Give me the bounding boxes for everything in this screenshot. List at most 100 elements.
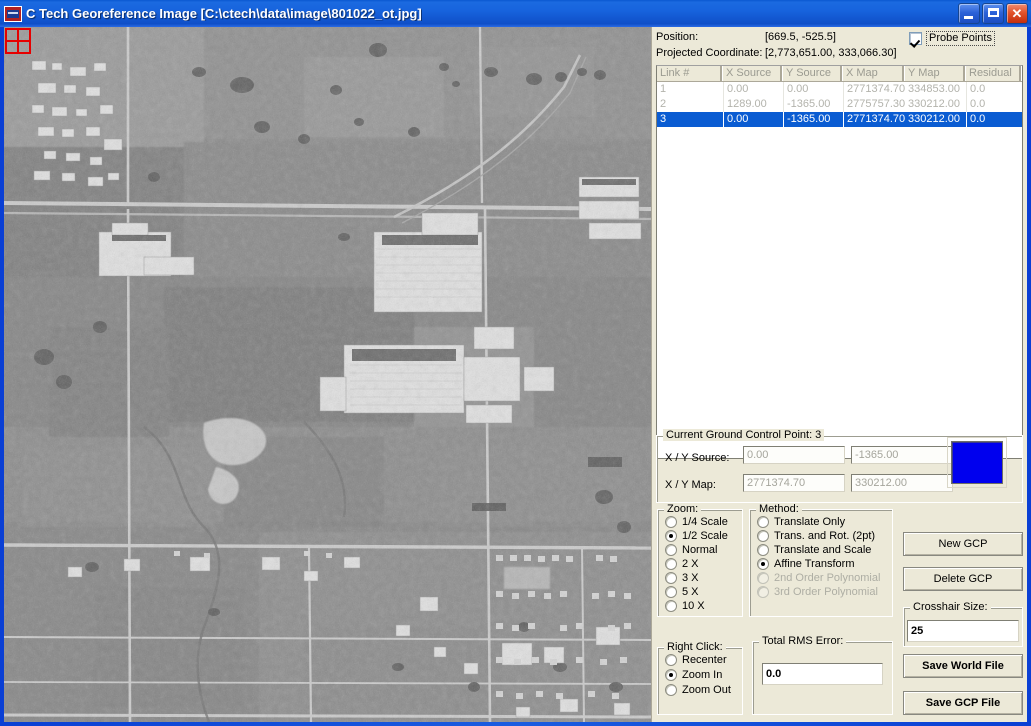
radio-rightclick-zoom-out[interactable]: Zoom Out — [665, 684, 731, 696]
table-row[interactable]: 2 1289.00 -1365.00 2775757.30 330212.00 … — [657, 97, 1022, 112]
new-gcp-button[interactable]: New GCP — [903, 532, 1023, 556]
radio-method-translate-and-scale[interactable]: Translate and Scale — [757, 544, 871, 556]
radio-dot-icon — [665, 586, 677, 598]
radio-label: Affine Transform — [774, 558, 855, 570]
aerial-photo[interactable] — [4, 27, 652, 722]
cell-residual: 0.0 — [966, 82, 1022, 97]
radio-method-3rd-order-polynomial: 3rd Order Polynomial — [757, 586, 878, 598]
radio-method-trans-and-rot[interactable]: Trans. and Rot. (2pt) — [757, 530, 875, 542]
column-header-x-map[interactable]: X Map — [843, 66, 905, 81]
minimize-button[interactable] — [958, 3, 980, 24]
title-bar[interactable]: C Tech Georeference Image [C:\ctech\data… — [0, 0, 1031, 27]
radio-method-translate-only[interactable]: Translate Only — [757, 516, 845, 528]
radio-dot-icon — [665, 654, 677, 666]
radio-dot-icon — [665, 516, 677, 528]
radio-zoom-3x[interactable]: 3 X — [665, 572, 699, 584]
cell-y-source: -1365.00 — [783, 112, 843, 127]
radio-dot-icon — [665, 669, 677, 681]
probe-points-label: Probe Points — [926, 31, 995, 46]
current-gcp-caption: Current Ground Control Point: 3 — [663, 429, 825, 441]
gcp-color-swatch[interactable] — [951, 441, 1003, 484]
gcp-list-header[interactable]: Link # X Source Y Source X Map Y Map Res… — [657, 66, 1022, 82]
save-gcp-file-button[interactable]: Save GCP File — [903, 691, 1023, 715]
column-header-residual[interactable]: Residual — [966, 66, 1022, 81]
radio-label: 5 X — [682, 586, 699, 598]
radio-rightclick-zoom-in[interactable]: Zoom In — [665, 669, 722, 681]
radio-dot-icon — [757, 572, 769, 584]
table-row[interactable]: 1 0.00 0.00 2771374.70 334853.00 0.0 — [657, 82, 1022, 97]
delete-gcp-button[interactable]: Delete GCP — [903, 567, 1023, 591]
radio-zoom-10x[interactable]: 10 X — [665, 600, 705, 612]
zoom-group-caption: Zoom: — [664, 503, 702, 515]
column-header-y-map[interactable]: Y Map — [905, 66, 966, 81]
cell-x-source: 1289.00 — [723, 97, 783, 112]
georeference-image-pane[interactable] — [4, 27, 652, 722]
xy-source-label: X / Y Source: — [665, 452, 730, 464]
window-controls: ✕ — [958, 3, 1028, 24]
cell-link: 1 — [660, 83, 667, 95]
radio-dot-icon — [665, 558, 677, 570]
rms-error-caption: Total RMS Error: — [759, 635, 847, 647]
map-x-field[interactable]: 2771374.70 — [743, 474, 845, 492]
cell-x-source: 0.00 — [723, 82, 783, 97]
cell-y-map: 330212.00 — [908, 113, 960, 125]
rms-error-field[interactable]: 0.0 — [762, 663, 883, 685]
radio-dot-icon — [665, 544, 677, 556]
window-title: C Tech Georeference Image [C:\ctech\data… — [26, 6, 422, 21]
column-header-x-source[interactable]: X Source — [723, 66, 783, 81]
crosshair-size-field[interactable]: 25 — [907, 620, 1019, 642]
maximize-button[interactable] — [982, 3, 1004, 24]
radio-label: 1/2 Scale — [682, 530, 728, 542]
cell-y-source: -1365.00 — [783, 97, 843, 112]
cell-x-map: 2771374.70 — [843, 112, 905, 127]
probe-points-checkbox[interactable]: Probe Points — [909, 31, 995, 46]
checkbox-check-icon — [909, 32, 922, 45]
map-y-field[interactable]: 330212.00 — [851, 474, 953, 492]
xy-map-label: X / Y Map: — [665, 479, 716, 491]
radio-label: 1/4 Scale — [682, 516, 728, 528]
application-window: C Tech Georeference Image [C:\ctech\data… — [0, 0, 1031, 726]
radio-dot-icon — [665, 600, 677, 612]
radio-label: 2 X — [682, 558, 699, 570]
table-row-selected[interactable]: 3 0.00 -1365.00 2771374.70 330212.00 0.0 — [657, 112, 1022, 127]
radio-label: 10 X — [682, 600, 705, 612]
radio-label: Translate Only — [774, 516, 846, 528]
radio-zoom-half-scale[interactable]: 1/2 Scale — [665, 530, 728, 542]
radio-label: Recenter — [682, 654, 727, 666]
radio-zoom-quarter-scale[interactable]: 1/4 Scale — [665, 516, 728, 528]
radio-zoom-5x[interactable]: 5 X — [665, 586, 699, 598]
app-icon — [4, 5, 22, 22]
cell-residual: 0.0 — [966, 112, 1022, 127]
radio-label: 3 X — [682, 572, 699, 584]
column-header-link[interactable]: Link # — [657, 66, 723, 81]
projected-coordinate-value: [2,773,651.00, 333,066.30] — [765, 47, 897, 59]
gcp-list[interactable]: Link # X Source Y Source X Map Y Map Res… — [656, 65, 1023, 459]
radio-dot-icon — [757, 586, 769, 598]
radio-dot-icon — [757, 516, 769, 528]
cell-link: 3 — [660, 113, 667, 125]
radio-label: Trans. and Rot. (2pt) — [774, 530, 876, 542]
radio-label: Normal — [682, 544, 718, 556]
cell-y-source: 0.00 — [783, 82, 843, 97]
radio-zoom-2x[interactable]: 2 X — [665, 558, 699, 570]
radio-dot-icon — [665, 684, 677, 696]
radio-rightclick-recenter[interactable]: Recenter — [665, 654, 727, 666]
column-header-y-source[interactable]: Y Source — [783, 66, 843, 81]
source-y-field[interactable]: -1365.00 — [851, 446, 953, 464]
source-x-field[interactable]: 0.00 — [743, 446, 845, 464]
radio-method-affine-transform[interactable]: Affine Transform — [757, 558, 855, 570]
cell-x-map: 2775757.30 — [843, 97, 905, 112]
position-label: Position: — [656, 31, 699, 43]
control-panel: Position: [669.5, -525.5] Projected Coor… — [653, 27, 1027, 722]
radio-label: 3rd Order Polynomial — [774, 586, 878, 598]
radio-dot-icon — [665, 530, 677, 542]
projected-coordinate-label: Projected Coordinate: — [656, 47, 763, 59]
save-world-file-button[interactable]: Save World File — [903, 654, 1023, 678]
right-click-group-caption: Right Click: — [664, 641, 726, 653]
radio-dot-icon — [665, 572, 677, 584]
cell-x-source: 0.00 — [723, 112, 783, 127]
cell-link: 2 — [660, 98, 667, 110]
close-button[interactable]: ✕ — [1006, 3, 1028, 24]
crosshair-size-caption: Crosshair Size: — [910, 601, 991, 613]
radio-zoom-normal[interactable]: Normal — [665, 544, 717, 556]
